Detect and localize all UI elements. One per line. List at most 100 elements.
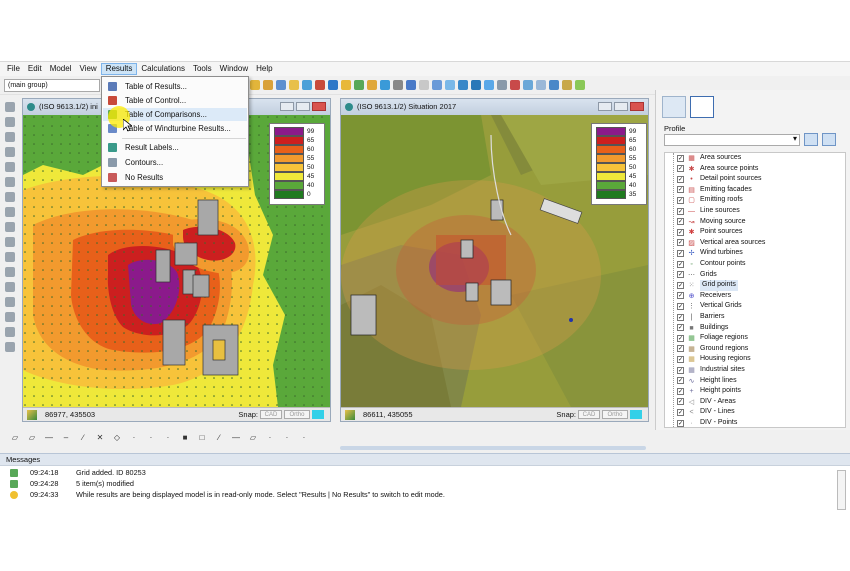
tab-layers[interactable] — [690, 96, 714, 118]
model-window-right[interactable]: (ISO 9613.1/2) Situation 2017 99 65 60 5… — [340, 98, 649, 422]
layer-item[interactable]: ✓ < DIV - Lines — [665, 407, 845, 418]
layer-checkbox[interactable]: ✓ — [677, 175, 684, 183]
toolbar-tool-icon[interactable] — [367, 80, 377, 90]
rotate-tool-icon[interactable] — [5, 222, 15, 232]
layer-item[interactable]: ✓ | Barriers — [665, 312, 845, 323]
close-button[interactable] — [630, 102, 644, 111]
layer-item[interactable]: ✓ ⋯ Grids — [665, 270, 845, 281]
minimize-button[interactable] — [598, 102, 612, 111]
toolbar-tool-icon[interactable] — [484, 80, 494, 90]
line-segment-tool-icon[interactable]: — — [231, 433, 241, 442]
move-tool-icon[interactable] — [5, 237, 15, 247]
layer-item[interactable]: ✓ ◁ DIV - Areas — [665, 397, 845, 408]
messages-scrollbar[interactable] — [837, 470, 846, 510]
point-tool-icon[interactable]: · — [299, 433, 309, 442]
message-row[interactable]: 09:24:18 Grid added. ID 80253 — [0, 468, 830, 478]
merge-tool-icon[interactable] — [5, 297, 15, 307]
layer-item[interactable]: ✓ ▨ Vertical area sources — [665, 238, 845, 249]
layer-item[interactable]: ✓ — Line sources — [665, 206, 845, 217]
layer-item[interactable]: ✓ ▦ Industrial sites — [665, 365, 845, 376]
toolbar-tool-icon[interactable] — [380, 80, 390, 90]
layer-item[interactable]: ✓ ⁙ Grid points — [665, 280, 845, 291]
parallelogram-tool-icon[interactable]: ▱ — [248, 433, 258, 442]
menu-help[interactable]: Help — [252, 63, 276, 75]
dashed-line-tool-icon[interactable]: – — [61, 433, 71, 442]
menu-results[interactable]: Results — [100, 63, 138, 75]
profile-delete-button[interactable] — [822, 133, 836, 146]
toolbar-tool-icon[interactable] — [536, 80, 546, 90]
redo-tool-icon[interactable] — [5, 342, 15, 352]
layer-item[interactable]: ✓ ⊕ Receivers — [665, 291, 845, 302]
snap-ortho-button[interactable]: Ortho — [284, 410, 310, 419]
layer-checkbox[interactable]: ✓ — [677, 324, 684, 332]
zoom-tool-icon[interactable] — [5, 132, 15, 142]
menu-view[interactable]: View — [75, 63, 100, 75]
layer-checkbox[interactable]: ✓ — [677, 196, 684, 204]
undo-tool-icon[interactable] — [5, 327, 15, 337]
square-tool-icon[interactable]: ■ — [180, 433, 190, 442]
layer-checkbox[interactable]: ✓ — [677, 281, 684, 289]
layer-item[interactable]: ✓ ■ Buildings — [665, 323, 845, 334]
layer-checkbox[interactable]: ✓ — [677, 345, 684, 353]
menu-calculations[interactable]: Calculations — [137, 63, 189, 75]
menu-item-table-of-results[interactable]: Table of Results... — [103, 80, 247, 93]
layer-checkbox[interactable]: ✓ — [677, 186, 684, 194]
message-row[interactable]: 09:24:28 5 item(s) modified — [0, 479, 830, 489]
draw-tool-icon[interactable] — [5, 117, 15, 127]
pen-tool-icon[interactable]: ∕ — [78, 433, 88, 442]
layer-item[interactable]: ✓ ✱ Area source points — [665, 164, 845, 175]
minimize-button[interactable] — [280, 102, 294, 111]
layer-checkbox[interactable]: ✓ — [677, 154, 684, 162]
toolbar-tool-icon[interactable] — [458, 80, 468, 90]
layer-item[interactable]: ✓ ▦ Ground regions — [665, 344, 845, 355]
point-tool-icon[interactable]: · — [129, 433, 139, 442]
point-tool-icon[interactable]: · — [282, 433, 292, 442]
pencil-tool-icon[interactable] — [5, 192, 15, 202]
menu-file[interactable]: File — [3, 63, 24, 75]
menu-item-contours[interactable]: Contours... — [103, 156, 247, 169]
layer-checkbox[interactable]: ✓ — [677, 398, 684, 406]
toolbar-tool-icon[interactable] — [575, 80, 585, 90]
layer-item[interactable]: ✓ • Detail point sources — [665, 174, 845, 185]
toolbar-tool-icon[interactable] — [471, 80, 481, 90]
layer-item[interactable]: ✓ ▦ Housing regions — [665, 354, 845, 365]
point-tool-icon[interactable]: · — [163, 433, 173, 442]
menu-window[interactable]: Window — [216, 63, 252, 75]
layer-checkbox[interactable]: ✓ — [677, 334, 684, 342]
tab-model-view[interactable] — [662, 96, 686, 118]
menu-item-table-of-control[interactable]: Table of Control... — [103, 94, 247, 107]
layer-checkbox[interactable]: ✓ — [677, 313, 684, 321]
menu-tools[interactable]: Tools — [189, 63, 216, 75]
snap-tool-icon[interactable] — [5, 267, 15, 277]
layer-checkbox[interactable]: ✓ — [677, 165, 684, 173]
menu-item-result-labels[interactable]: Result Labels... — [103, 141, 247, 154]
polygon-tool-icon[interactable]: ▱ — [10, 433, 20, 442]
point-tool-icon[interactable]: · — [265, 433, 275, 442]
layer-checkbox[interactable]: ✓ — [677, 419, 684, 427]
toolbar-tool-icon[interactable] — [497, 80, 507, 90]
rectangle-tool-icon[interactable] — [5, 162, 15, 172]
menu-item-no-results[interactable]: No Results — [103, 171, 247, 184]
toolbar-tool-icon[interactable] — [393, 80, 403, 90]
cross-tool-icon[interactable]: ✕ — [95, 433, 105, 442]
toolbar-tool-icon[interactable] — [289, 80, 299, 90]
layer-checkbox[interactable]: ✓ — [677, 387, 684, 395]
toolbar-tool-icon[interactable] — [341, 80, 351, 90]
layer-item[interactable]: ✓ ▤ Emitting facades — [665, 185, 845, 196]
toolbar-tool-icon[interactable] — [432, 80, 442, 90]
slash-tool-icon[interactable]: ∕ — [214, 433, 224, 442]
parallelogram-tool-icon[interactable]: ▱ — [27, 433, 37, 442]
toolbar-tool-icon[interactable] — [276, 80, 286, 90]
layer-checkbox[interactable]: ✓ — [677, 302, 684, 310]
layer-checkbox[interactable]: ✓ — [677, 366, 684, 374]
toolbar-tool-icon[interactable] — [445, 80, 455, 90]
layer-item[interactable]: ✓ + Height points — [665, 386, 845, 397]
layer-checkbox[interactable]: ✓ — [677, 408, 684, 416]
toolbar-tool-icon[interactable] — [406, 80, 416, 90]
layer-checkbox[interactable]: ✓ — [677, 249, 684, 257]
layer-checkbox[interactable]: ✓ — [677, 239, 684, 247]
layer-checkbox[interactable]: ✓ — [677, 207, 684, 215]
point-tool-icon[interactable]: · — [146, 433, 156, 442]
layer-item[interactable]: ✓ ✢ Wind turbines — [665, 248, 845, 259]
layer-checkbox[interactable]: ✓ — [677, 228, 684, 236]
